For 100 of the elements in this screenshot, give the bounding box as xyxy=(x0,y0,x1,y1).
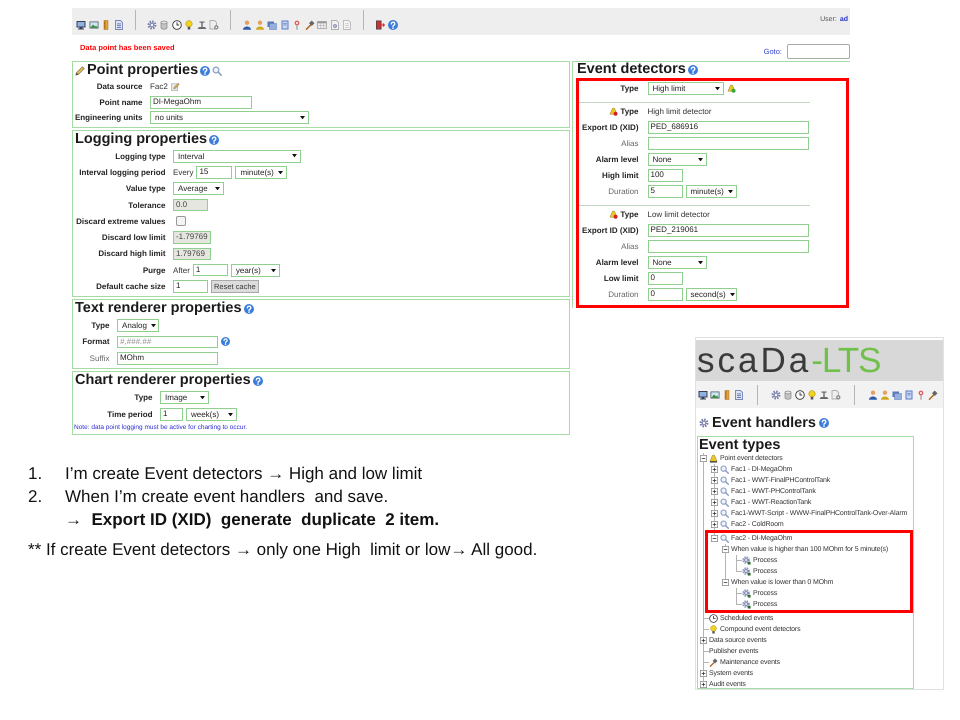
edit-icon[interactable] xyxy=(170,82,180,92)
lightbulb-icon[interactable] xyxy=(807,390,817,400)
database-icon[interactable] xyxy=(159,20,169,30)
collapse-toggle[interactable] xyxy=(711,535,718,542)
document-icon[interactable] xyxy=(330,20,340,30)
dropdown[interactable]: no units xyxy=(150,111,309,124)
dropdown[interactable]: Interval xyxy=(173,150,301,163)
folders-icon[interactable] xyxy=(892,390,902,400)
gear-icon[interactable] xyxy=(146,20,156,30)
stamp-icon[interactable] xyxy=(196,20,206,30)
document-icon[interactable] xyxy=(209,20,219,30)
dropdown[interactable]: minute(s) xyxy=(235,166,288,179)
help-icon[interactable] xyxy=(200,66,210,76)
document-icon[interactable] xyxy=(114,20,124,30)
input-field[interactable]: PED_686916 xyxy=(648,121,808,134)
clock-icon xyxy=(709,614,718,623)
collapse-toggle[interactable] xyxy=(722,546,729,553)
dropdown[interactable]: Average xyxy=(173,182,224,196)
dropdown[interactable]: None xyxy=(648,153,706,166)
value-text: High limit detector xyxy=(648,107,712,116)
caret-icon xyxy=(278,170,284,174)
field-label: Discard extreme values xyxy=(75,216,166,226)
input-field[interactable]: 100 xyxy=(648,169,682,182)
dropdown[interactable]: Image xyxy=(160,391,209,404)
collapse-toggle[interactable] xyxy=(700,455,707,462)
pin-icon[interactable] xyxy=(292,20,302,30)
help-icon[interactable] xyxy=(221,337,230,346)
bell-icon[interactable] xyxy=(726,84,736,93)
dropdown[interactable]: minute(s) xyxy=(686,185,736,198)
clock-icon[interactable] xyxy=(172,20,182,30)
lightbulb-icon[interactable] xyxy=(184,20,194,30)
help-icon[interactable] xyxy=(209,134,220,144)
person-icon[interactable] xyxy=(242,20,252,30)
ruler-icon[interactable] xyxy=(101,20,111,30)
dropdown[interactable]: High limit xyxy=(648,82,724,95)
input-field[interactable] xyxy=(648,137,808,150)
expand-toggle[interactable] xyxy=(700,637,707,644)
picture-icon[interactable] xyxy=(710,390,720,400)
help-icon[interactable] xyxy=(688,64,698,74)
expand-toggle[interactable] xyxy=(700,681,707,688)
monitor-icon[interactable] xyxy=(76,20,86,30)
dropdown[interactable]: second(s) xyxy=(686,288,736,301)
help-icon[interactable] xyxy=(818,418,829,428)
document-icon[interactable] xyxy=(734,390,744,400)
input-field[interactable]: 1 xyxy=(173,280,208,293)
table-icon[interactable] xyxy=(317,20,327,30)
input-field[interactable]: #,###.## xyxy=(117,336,218,348)
database-icon[interactable] xyxy=(783,390,793,400)
document-icon[interactable] xyxy=(904,390,914,400)
expand-toggle[interactable] xyxy=(711,488,718,495)
monitor-icon[interactable] xyxy=(698,390,708,400)
dropdown[interactable]: year(s) xyxy=(230,264,280,277)
expand-toggle[interactable] xyxy=(711,499,718,506)
expand-toggle[interactable] xyxy=(711,510,718,517)
input-field[interactable]: DI-MegaOhm xyxy=(150,96,252,108)
stamp-icon[interactable] xyxy=(819,390,829,400)
input-field[interactable] xyxy=(648,240,808,253)
clock-icon[interactable] xyxy=(795,390,805,400)
gear-icon[interactable] xyxy=(771,390,781,400)
expand-toggle[interactable] xyxy=(711,477,718,484)
help-icon[interactable] xyxy=(388,20,398,30)
caret-icon xyxy=(270,268,276,272)
hammer-icon[interactable] xyxy=(928,390,938,400)
input-field[interactable]: PED_219061 xyxy=(648,224,808,237)
folders-icon[interactable] xyxy=(267,20,277,30)
checkbox[interactable] xyxy=(176,216,186,226)
magnifier-icon[interactable] xyxy=(212,66,222,76)
dropdown[interactable]: None xyxy=(648,256,706,269)
panel-title: Text renderer properties xyxy=(75,300,242,318)
input-field[interactable]: 0 xyxy=(648,272,682,285)
field-label: Type xyxy=(620,107,638,116)
input-field[interactable]: MOhm xyxy=(117,352,218,365)
input-field[interactable]: 5 xyxy=(648,185,682,198)
dropdown[interactable]: Analog xyxy=(117,318,159,332)
pin-icon[interactable] xyxy=(916,390,926,400)
expand-toggle[interactable] xyxy=(711,466,718,473)
input-field[interactable]: 1 xyxy=(160,408,183,421)
hammer-icon[interactable] xyxy=(304,20,314,30)
exit-door-icon[interactable] xyxy=(375,20,385,30)
picture-icon[interactable] xyxy=(88,20,98,30)
field-label: Value type xyxy=(124,184,166,194)
input-field[interactable]: 1 xyxy=(192,264,228,276)
document-icon[interactable] xyxy=(831,390,841,400)
collapse-toggle[interactable] xyxy=(722,579,729,586)
expand-toggle[interactable] xyxy=(700,670,707,677)
document-icon[interactable] xyxy=(280,20,290,30)
panel-title: Event types xyxy=(698,437,782,453)
dropdown[interactable]: week(s) xyxy=(186,408,237,422)
field-label: Tolerance xyxy=(127,200,166,210)
value-text: Every xyxy=(173,168,194,177)
input-field[interactable]: 15 xyxy=(196,166,232,179)
field-label: Alarm level xyxy=(594,155,638,164)
help-icon[interactable] xyxy=(252,376,263,386)
person-icon[interactable] xyxy=(868,390,878,400)
ruler-icon[interactable] xyxy=(722,390,732,400)
goto-field[interactable] xyxy=(787,44,850,59)
help-icon[interactable] xyxy=(244,304,254,314)
expand-toggle[interactable] xyxy=(711,521,718,528)
input-field[interactable]: 0 xyxy=(648,288,682,301)
field-label: Alias xyxy=(620,139,638,148)
